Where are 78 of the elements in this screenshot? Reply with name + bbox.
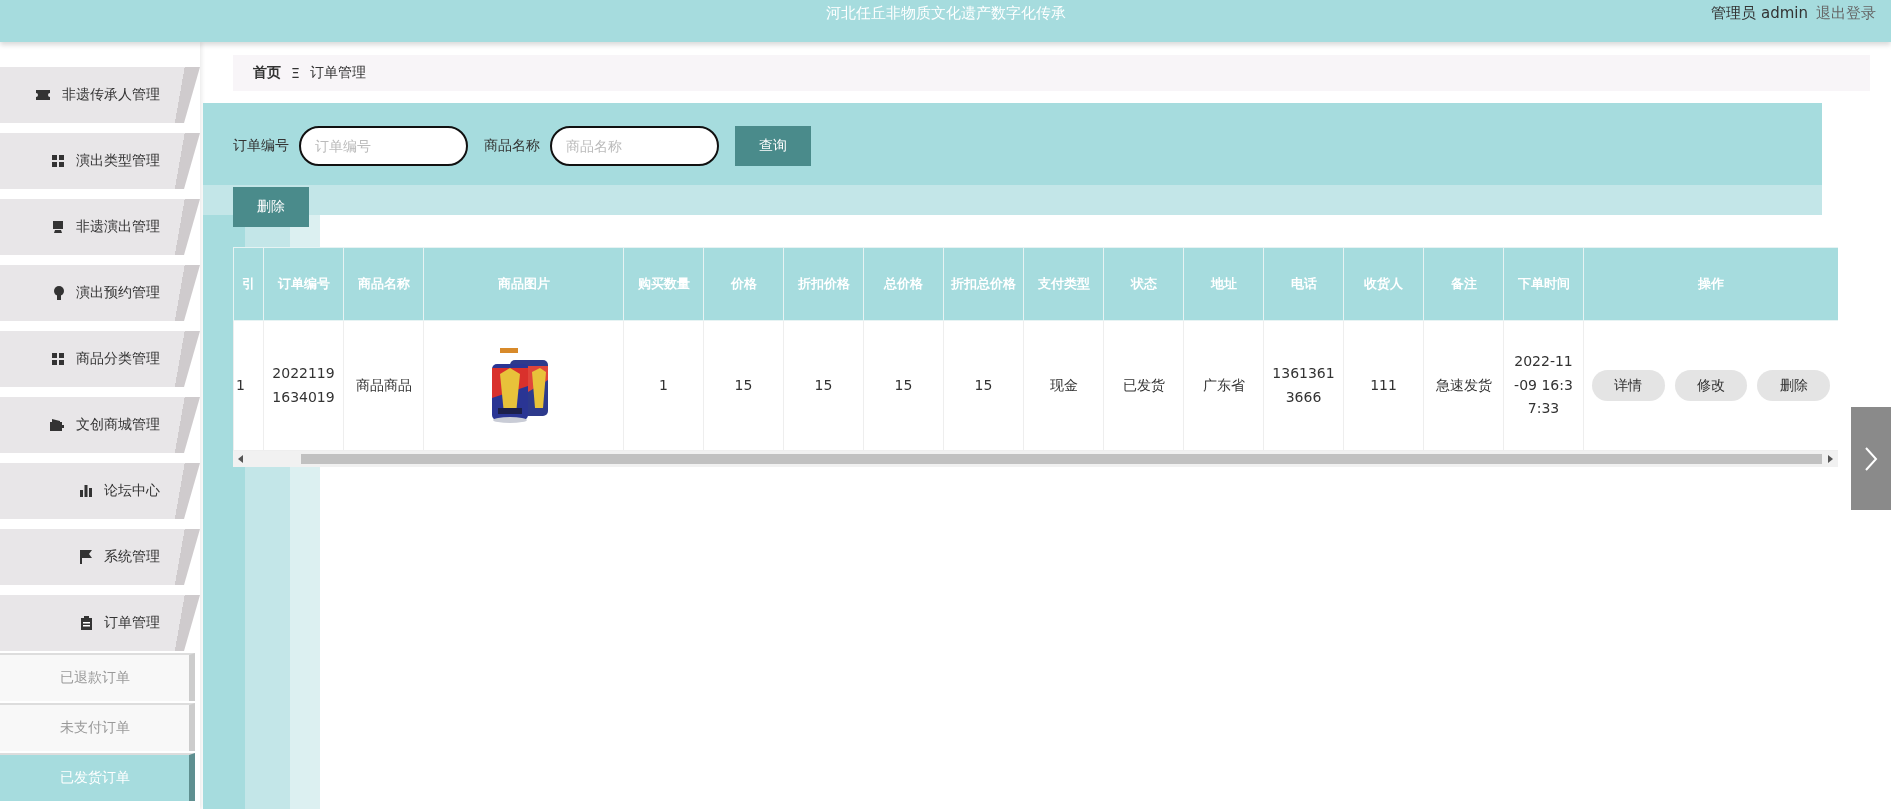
- user-name: 管理员 admin: [1711, 4, 1808, 23]
- table-cell: 20221191634019: [263, 320, 344, 451]
- menu-label: 系统管理: [104, 548, 160, 566]
- menu-item[interactable]: 系统管理: [0, 529, 200, 585]
- menu-item[interactable]: 商品分类管理: [0, 331, 200, 387]
- column-header: 商品名称: [343, 247, 424, 321]
- column-header: 总价格: [863, 247, 944, 321]
- breadcrumb-separator: Ξ: [291, 65, 300, 81]
- flag-icon: [80, 550, 92, 564]
- column-header: 下单时间: [1503, 247, 1584, 321]
- table-cell: 2022-11-09 16:37:33: [1503, 320, 1584, 451]
- delete-button[interactable]: 删除: [233, 187, 309, 227]
- table-cell: 商品商品: [343, 320, 424, 451]
- column-header: 订单编号: [263, 247, 344, 321]
- breadcrumb-current: 订单管理: [309, 64, 366, 82]
- search-button[interactable]: 查询: [735, 126, 811, 166]
- grid-icon: [52, 353, 64, 365]
- column-header: 购买数量: [623, 247, 704, 321]
- table-cell: 急速发货: [1423, 320, 1504, 451]
- menu-label: 订单管理: [104, 614, 160, 632]
- menu-label: 商品分类管理: [76, 350, 160, 368]
- scroll-left-icon[interactable]: [238, 455, 244, 463]
- table-cell: 111: [1343, 320, 1424, 451]
- column-header: 收货人: [1343, 247, 1424, 321]
- menu-item[interactable]: 论坛中心: [0, 463, 200, 519]
- column-header: 地址: [1183, 247, 1264, 321]
- bulb-icon: [54, 286, 64, 300]
- table-cell: 15: [943, 320, 1024, 451]
- search-field[interactable]: 商品名称: [550, 126, 719, 166]
- action-button[interactable]: 修改: [1674, 370, 1748, 401]
- column-header: 状态: [1103, 247, 1184, 321]
- table-cell: 15: [863, 320, 944, 451]
- menu-label: 非遗传承人管理: [62, 86, 160, 104]
- column-header: 操作: [1583, 247, 1838, 321]
- logout-link[interactable]: 退出登录: [1816, 4, 1876, 23]
- wallet-icon: [50, 419, 64, 431]
- action-button[interactable]: 删除: [1757, 370, 1830, 401]
- chevron-right-icon: [1864, 445, 1878, 472]
- table-cell: 13613613666: [1263, 320, 1344, 451]
- column-header: 引: [233, 247, 264, 321]
- menu-item[interactable]: 非遗演出管理: [0, 199, 200, 255]
- bar-chart-icon: [80, 485, 92, 497]
- table-cell: 15: [703, 320, 784, 451]
- table-cell: 1: [233, 320, 264, 451]
- column-header: 折扣价格: [783, 247, 864, 321]
- menu-label: 论坛中心: [104, 482, 160, 500]
- breadcrumb-home[interactable]: 首页: [253, 64, 281, 82]
- column-header: 商品图片: [423, 247, 624, 321]
- menu-item[interactable]: 订单管理: [0, 595, 200, 651]
- menu-label: 文创商城管理: [76, 416, 160, 434]
- table-cell: 15: [783, 320, 864, 451]
- field-label: 商品名称: [484, 137, 540, 155]
- column-header: 备注: [1423, 247, 1504, 321]
- column-header: 折扣总价格: [943, 247, 1024, 321]
- table-cell: 1: [623, 320, 704, 451]
- menu-label: 演出类型管理: [76, 152, 160, 170]
- table-cell: 已发货: [1103, 320, 1184, 451]
- ticket-icon: [36, 89, 50, 101]
- menu-item[interactable]: 文创商城管理: [0, 397, 200, 453]
- column-header: 支付类型: [1023, 247, 1104, 321]
- menu-item[interactable]: 演出类型管理: [0, 133, 200, 189]
- column-header: 电话: [1263, 247, 1344, 321]
- menu-label: 非遗演出管理: [76, 218, 160, 236]
- menu-label: 演出预约管理: [76, 284, 160, 302]
- site-title: 河北任丘非物质文化遗产数字化传承: [825, 4, 1066, 23]
- grid-icon: [52, 155, 64, 167]
- field-label: 订单编号: [233, 137, 289, 155]
- horizontal-scrollbar[interactable]: [233, 451, 1838, 467]
- clipboard-icon: [81, 616, 92, 630]
- table-cell: 现金: [1023, 320, 1104, 451]
- menu-item[interactable]: 演出预约管理: [0, 265, 200, 321]
- monitor-icon: [52, 221, 64, 233]
- action-button[interactable]: 详情: [1592, 370, 1665, 401]
- table-cell: 广东省: [1183, 320, 1264, 451]
- column-header: 价格: [703, 247, 784, 321]
- scroll-right-icon[interactable]: [1827, 455, 1833, 463]
- menu-item[interactable]: 非遗传承人管理: [0, 67, 200, 123]
- search-field[interactable]: 订单编号: [299, 126, 468, 166]
